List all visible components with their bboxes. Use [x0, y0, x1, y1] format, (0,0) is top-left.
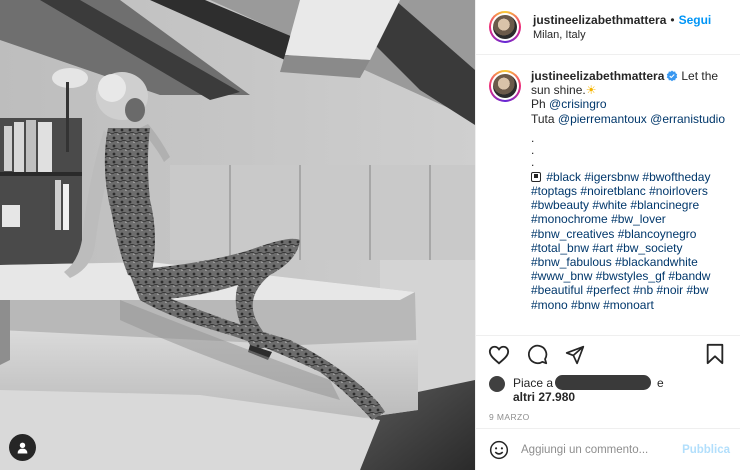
- follow-button[interactable]: Segui: [679, 13, 712, 27]
- likes-summary: Piace a e altri 27.980: [476, 373, 740, 404]
- caption-body: justineelizabethmattera Let the sun shine…: [531, 69, 728, 335]
- hashtag[interactable]: #beautiful: [531, 283, 583, 297]
- hashtag[interactable]: #noirlovers: [649, 184, 708, 198]
- avatar-image: [493, 74, 517, 98]
- hashtag[interactable]: #perfect: [586, 283, 629, 297]
- hashtag[interactable]: #bw: [687, 283, 709, 297]
- post-caption: justineelizabethmattera Let the sun shine…: [476, 55, 740, 335]
- caption-username[interactable]: justineelizabethmattera: [531, 69, 664, 83]
- user-icon: [17, 442, 28, 454]
- caption-avatar[interactable]: [489, 70, 521, 102]
- tagged-users-button[interactable]: [9, 434, 36, 461]
- hashtag[interactable]: #noir: [656, 283, 683, 297]
- hashtag[interactable]: #bwstyles_gf: [596, 269, 665, 283]
- save-button[interactable]: [705, 343, 727, 367]
- hashtag[interactable]: #bwbeauty: [531, 198, 589, 212]
- likes-text: Piace a e altri 27.980: [513, 375, 664, 404]
- redacted-username: [555, 375, 652, 390]
- hashtag[interactable]: #nb: [633, 283, 653, 297]
- likes-count[interactable]: altri 27.980: [513, 390, 575, 404]
- square-emoji-icon: [531, 171, 541, 182]
- hashtag[interactable]: #igersbnw: [584, 170, 639, 184]
- hashtag[interactable]: #monoart: [603, 298, 654, 312]
- hashtag[interactable]: #www_bnw: [531, 269, 592, 283]
- tuta-prefix: Tuta: [531, 111, 558, 126]
- comment-bar: Pubblica: [476, 428, 740, 470]
- header-avatar[interactable]: [489, 11, 521, 43]
- publish-button[interactable]: Pubblica: [682, 444, 730, 456]
- share-button[interactable]: [563, 343, 587, 367]
- hashtag[interactable]: #noiretblanc: [580, 184, 645, 198]
- hashtag[interactable]: #blancinegre: [630, 198, 699, 212]
- comment-button[interactable]: [525, 343, 549, 367]
- hashtag[interactable]: #blackandwhite: [615, 255, 698, 269]
- liker-avatar[interactable]: [489, 376, 505, 392]
- like-button[interactable]: [487, 343, 511, 367]
- post-header: justineelizabethmattera • Segui Milan, I…: [476, 0, 740, 55]
- hashtag[interactable]: #bnw: [571, 298, 600, 312]
- hashtag[interactable]: #mono: [531, 298, 568, 312]
- hashtag[interactable]: #blancoynegro: [618, 227, 697, 241]
- instagram-post: justineelizabethmattera • Segui Milan, I…: [0, 0, 740, 470]
- post-location[interactable]: Milan, Italy: [533, 29, 711, 41]
- hashtag[interactable]: #bw_lover: [611, 212, 666, 226]
- mention-erranistudio[interactable]: @erranistudio: [650, 112, 725, 126]
- avatar-image: [493, 15, 517, 39]
- header-username[interactable]: justineelizabethmattera: [533, 13, 666, 27]
- bookmark-icon: [706, 343, 724, 365]
- mention-pierremantoux[interactable]: @pierremantoux: [558, 112, 647, 126]
- likes-prefix: Piace a: [513, 376, 554, 390]
- hashtag[interactable]: #toptags: [531, 184, 577, 198]
- ph-prefix: Ph: [531, 97, 550, 112]
- hashtag[interactable]: #white: [592, 198, 627, 212]
- emoji-icon[interactable]: [489, 440, 509, 460]
- hashtag[interactable]: #black: [546, 170, 581, 184]
- share-icon: [565, 345, 585, 364]
- hashtag[interactable]: #monochrome: [531, 212, 608, 226]
- sun-emoji: ☀: [585, 83, 597, 98]
- heart-icon: [488, 345, 510, 364]
- post-actions: [476, 335, 740, 373]
- post-photo[interactable]: [0, 0, 475, 470]
- hashtag[interactable]: #art: [592, 241, 613, 255]
- header-separator: •: [670, 13, 675, 27]
- hashtag[interactable]: #total_bnw: [531, 241, 589, 255]
- verified-badge-icon: [667, 70, 678, 82]
- hashtag[interactable]: #bandw: [668, 269, 710, 283]
- comment-icon: [527, 344, 547, 365]
- dot-line: .: [531, 154, 535, 169]
- photo-scene: [0, 0, 475, 470]
- hashtag[interactable]: #bnw_creatives: [531, 227, 614, 241]
- hashtag[interactable]: #bnw_fabulous: [531, 255, 612, 269]
- hashtag[interactable]: #bwoftheday: [642, 170, 710, 184]
- post-side-panel: justineelizabethmattera • Segui Milan, I…: [475, 0, 740, 470]
- comment-input[interactable]: [521, 443, 683, 456]
- post-date[interactable]: 9 MARZO: [476, 404, 740, 428]
- caption-dots: . . .: [531, 132, 728, 168]
- hashtag-list: #black #igersbnw #bwoftheday #toptags #n…: [531, 170, 728, 312]
- header-text: justineelizabethmattera • Segui Milan, I…: [533, 13, 711, 41]
- likes-conjunction: e: [657, 376, 664, 390]
- hashtag[interactable]: #bw_society: [616, 241, 682, 255]
- mention-crisingro[interactable]: @crisingro: [549, 97, 607, 111]
